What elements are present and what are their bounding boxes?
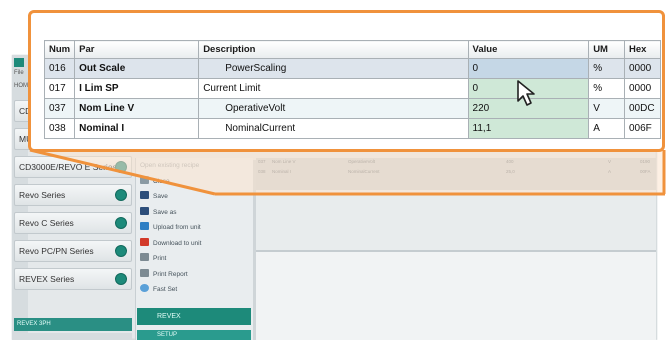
revex-nav-button[interactable]: REVEX [137, 308, 251, 325]
table-row[interactable]: 016 Out Scale PowerScaling 0 % 0000 [43, 58, 662, 79]
series-item-revex[interactable]: REVEX Series [14, 268, 132, 290]
col-header-num[interactable]: Num [43, 40, 76, 59]
cell-hex: 00DC [623, 98, 662, 119]
series-item-revo-c[interactable]: Revo C Series [14, 212, 132, 234]
cell-hex: 0000 [623, 78, 662, 99]
bg-table-area [256, 158, 656, 190]
menu-close[interactable]: Close [136, 174, 253, 190]
menu-save-as[interactable]: Save as [136, 205, 253, 221]
series-item-label: Revo Series [19, 190, 66, 200]
save-icon [140, 191, 149, 199]
mouse-pointer-icon [517, 80, 535, 106]
expand-circle-icon [115, 161, 127, 173]
cell-num: 017 [43, 78, 76, 99]
cell-num: 016 [43, 58, 76, 79]
selected-model-row[interactable]: REVEX 3PH [14, 318, 132, 331]
table-row[interactable]: 038 Nominal I NominalCurrent 11,1 A 006F [43, 118, 662, 139]
series-item-revo[interactable]: Revo Series [14, 184, 132, 206]
menu-open-recipe[interactable]: Open existing recipe [136, 158, 253, 174]
cell-par: Nom Line V [74, 98, 200, 119]
cell-par: Nominal I [74, 118, 200, 139]
menu-upload[interactable]: Upload from unit [136, 220, 253, 236]
fast-set-icon [140, 284, 149, 292]
printer-icon [140, 253, 149, 261]
series-item-label: Revo C Series [19, 218, 74, 228]
cell-um: % [588, 58, 625, 79]
save-as-icon [140, 206, 149, 215]
cell-hex: 0000 [623, 58, 662, 79]
expand-circle-icon [115, 245, 127, 257]
cell-um: V [588, 98, 625, 119]
lower-panel [256, 252, 656, 340]
series-item-label: REVEX Series [19, 274, 75, 284]
table-header: Num Par Description Value UM Hex [43, 40, 662, 59]
cell-par: I Lim SP [74, 78, 200, 99]
series-item-label: CD3000E/REVO E Series [19, 162, 117, 172]
next-model-row[interactable] [14, 333, 132, 340]
close-icon [140, 175, 149, 184]
expand-circle-icon [115, 189, 127, 201]
cell-description: PowerScaling [198, 58, 469, 79]
menu-print[interactable]: Print [136, 251, 253, 267]
col-header-hex[interactable]: Hex [623, 40, 662, 59]
series-item-cd3000e[interactable]: CD3000E/REVO E Series [14, 156, 132, 178]
table-row[interactable]: 037 Nom Line V OperativeVolt 220 V 00DC [43, 98, 662, 119]
zoomed-parameter-table: Num Par Description Value UM Hex 016 Out… [28, 10, 665, 152]
cell-description: NominalCurrent [198, 118, 469, 139]
upload-arrow-icon [140, 222, 149, 230]
cell-par: Out Scale [74, 58, 200, 79]
col-header-description[interactable]: Description [198, 40, 469, 59]
cell-description: Current Limit [198, 78, 469, 99]
menu-print-report[interactable]: Print Report [136, 267, 253, 283]
download-arrow-icon [140, 237, 149, 246]
col-header-um[interactable]: UM [588, 40, 625, 59]
cell-um: A [588, 118, 625, 139]
cell-value-input[interactable]: 11,1 [467, 118, 590, 139]
col-header-value[interactable]: Value [467, 40, 590, 59]
printer-icon [140, 268, 149, 277]
cell-value-input[interactable]: 0 [467, 58, 590, 79]
col-header-par[interactable]: Par [74, 40, 200, 59]
expand-circle-icon [115, 217, 127, 229]
menu-save[interactable]: Save [136, 189, 253, 205]
cell-description: OperativeVolt [198, 98, 469, 119]
table-row[interactable]: 017 I Lim SP Current Limit 0 % 0000 [43, 78, 662, 99]
setup-nav-button[interactable]: SETUP [137, 330, 251, 340]
parameter-table: Num Par Description Value UM Hex 016 Out… [43, 40, 662, 139]
cell-hex: 006F [623, 118, 662, 139]
cell-num: 038 [43, 118, 76, 139]
app-logo-icon [14, 58, 24, 67]
menu-fast-set[interactable]: Fast Set [136, 282, 253, 298]
series-item-revo-pc-pn[interactable]: Revo PC/PN Series [14, 240, 132, 262]
cell-num: 037 [43, 98, 76, 119]
menu-download[interactable]: Download to unit [136, 236, 253, 252]
expand-circle-icon [115, 273, 127, 285]
cell-um: % [588, 78, 625, 99]
series-item-label: Revo PC/PN Series [19, 246, 94, 256]
menu-file[interactable]: File [14, 70, 24, 76]
menu-home[interactable]: HOM [14, 83, 28, 89]
